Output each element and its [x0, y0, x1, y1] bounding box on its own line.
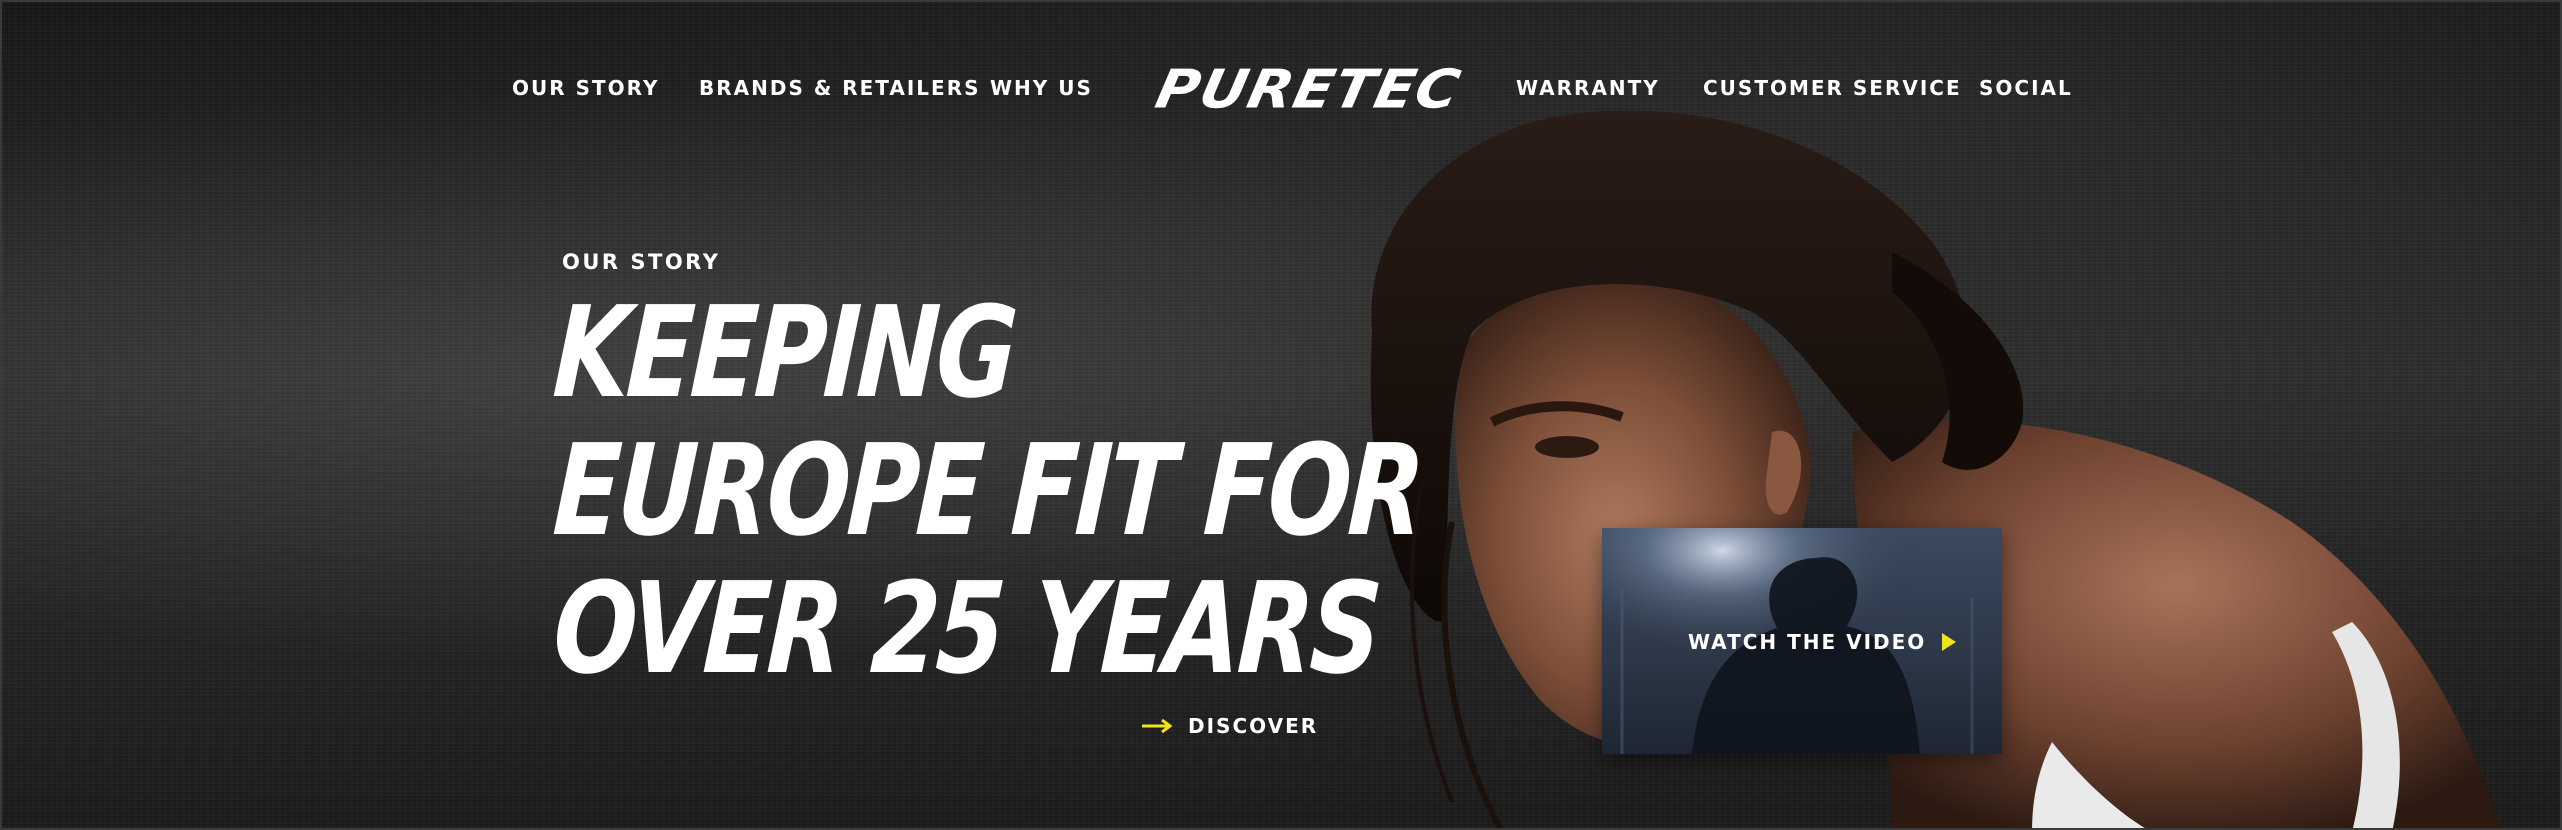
hero-section: OUR STORY BRANDS & RETAILERS WHY US PURE…	[0, 0, 2562, 830]
nav-customer-service[interactable]: CUSTOMER SERVICE	[1703, 76, 1962, 100]
puretec-logo[interactable]: PURETEC	[1150, 58, 1466, 121]
arrow-right-icon	[1142, 719, 1173, 733]
watch-video-label: WATCH THE VIDEO	[1688, 630, 1927, 654]
main-nav: OUR STORY BRANDS & RETAILERS WHY US PURE…	[2, 2, 2560, 172]
play-icon	[1942, 633, 1957, 651]
discover-link[interactable]: DISCOVER	[1142, 714, 1318, 738]
headline-line-3: OVER 25 YEARS	[550, 555, 1383, 702]
nav-brands-retailers[interactable]: BRANDS & RETAILERS	[699, 76, 981, 100]
watch-video-card[interactable]: WATCH THE VIDEO	[1602, 528, 2002, 754]
discover-label: DISCOVER	[1188, 714, 1319, 738]
nav-social[interactable]: SOCIAL	[1979, 76, 2073, 100]
hero-headline: KEEPING EUROPE FIT FOR OVER 25 YEARS	[550, 279, 1425, 702]
nav-our-story[interactable]: OUR STORY	[512, 76, 659, 100]
video-label-row: WATCH THE VIDEO	[1688, 630, 1957, 654]
section-eyebrow: OUR STORY	[562, 250, 721, 274]
nav-warranty[interactable]: WARRANTY	[1516, 76, 1660, 100]
headline-line-2: EUROPE FIT FOR	[550, 417, 1426, 564]
nav-why-us[interactable]: WHY US	[990, 76, 1093, 100]
headline-line-1: KEEPING	[550, 279, 1019, 426]
